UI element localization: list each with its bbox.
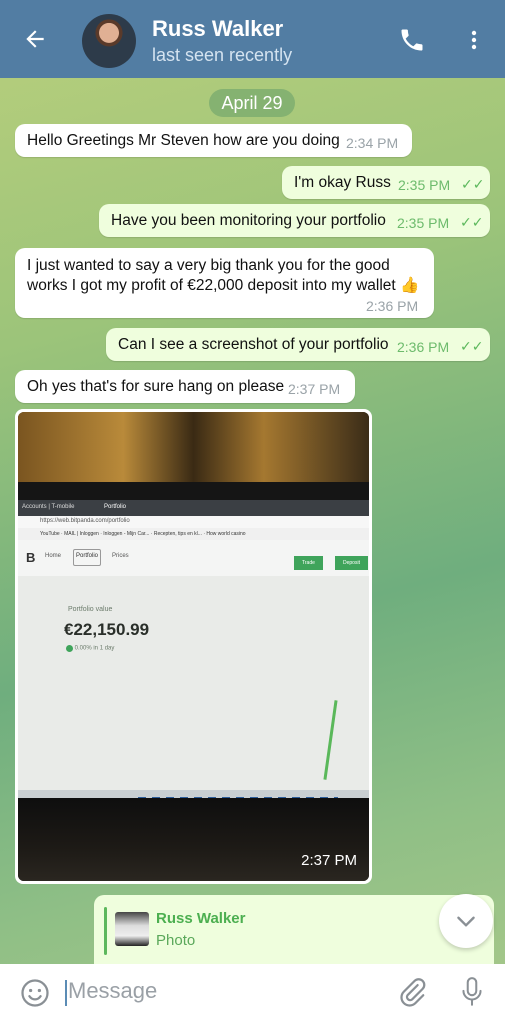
photo-bookmarks-bar: YouTube · MAIL | Inloggen · Inloggen - M… bbox=[18, 528, 369, 540]
message-text: Have you been monitoring your portfolio bbox=[111, 212, 386, 229]
phone-icon[interactable] bbox=[398, 26, 426, 54]
message-text: Can I see a screenshot of your portfolio bbox=[118, 336, 389, 353]
chat-header: Russ Walker last seen recently bbox=[0, 0, 505, 78]
scroll-down-button[interactable] bbox=[439, 894, 493, 948]
message-bubble-incoming[interactable]: Oh yes that's for sure hang on please 2:… bbox=[15, 370, 355, 403]
reply-thumbnail bbox=[115, 912, 149, 946]
photo-browser-tabs: Accounts | T-mobile Portfolio bbox=[18, 500, 369, 516]
photo-change-text: 0.00% in 1 day bbox=[74, 645, 115, 652]
attach-icon[interactable] bbox=[397, 977, 427, 1007]
message-input[interactable]: Message bbox=[68, 978, 157, 1004]
double-check-icon: ✓✓ bbox=[461, 176, 485, 192]
message-bubble-incoming[interactable]: Hello Greetings Mr Steven how are you do… bbox=[15, 124, 412, 157]
photo-portfolio-change: 0.00% in 1 day bbox=[66, 645, 114, 652]
back-arrow-icon[interactable] bbox=[22, 26, 48, 52]
reply-bubble[interactable]: Russ Walker Photo bbox=[94, 895, 494, 965]
photo-monitor-bezel bbox=[18, 482, 369, 502]
double-check-icon: ✓✓ bbox=[460, 338, 484, 354]
message-time: 2:35 PM bbox=[397, 215, 450, 231]
photo-tab-accounts: Accounts | T-mobile bbox=[22, 504, 75, 510]
photo-url-text: https://web.bitpanda.com/portfolio bbox=[40, 518, 130, 524]
photo-logo: B bbox=[26, 550, 36, 565]
photo-nav-prices: Prices bbox=[112, 553, 129, 559]
message-text: Hello Greetings Mr Steven how are you do… bbox=[27, 132, 340, 149]
photo-deposit-button: Deposit bbox=[335, 556, 368, 570]
message-time: 2:36 PM bbox=[366, 298, 419, 314]
message-text-line2: works I got my profit of €22,000 deposit… bbox=[27, 277, 420, 294]
message-time: 2:35 PM bbox=[398, 177, 451, 193]
photo-url-bar: https://web.bitpanda.com/portfolio bbox=[18, 516, 369, 528]
reply-subtitle: Photo bbox=[156, 932, 196, 949]
contact-name[interactable]: Russ Walker bbox=[152, 16, 283, 42]
photo-portfolio-value: €22,150.99 bbox=[64, 620, 150, 639]
photo-green-dot bbox=[66, 645, 73, 652]
contact-status: last seen recently bbox=[152, 45, 293, 65]
photo-trade-button: Trade bbox=[294, 556, 323, 570]
photo-wall bbox=[18, 412, 369, 482]
photo-time: 2:37 PM bbox=[301, 852, 357, 869]
message-text: Oh yes that's for sure hang on please bbox=[27, 378, 285, 395]
photo-bookmarks-text: YouTube · MAIL | Inloggen · Inloggen - M… bbox=[40, 531, 246, 537]
photo-app-nav: B Home Portfolio Prices Trade Deposit bbox=[18, 540, 369, 576]
message-text: I'm okay Russ bbox=[294, 174, 391, 191]
message-bubble-outgoing[interactable]: I'm okay Russ 2:35 PM ✓✓ bbox=[282, 166, 490, 199]
avatar[interactable] bbox=[82, 14, 136, 68]
chevron-down-icon bbox=[457, 916, 475, 927]
photo-monitor-screen: Accounts | T-mobile Portfolio https://we… bbox=[18, 500, 369, 812]
mic-icon[interactable] bbox=[459, 976, 485, 1008]
message-bubble-outgoing[interactable]: Can I see a screenshot of your portfolio… bbox=[106, 328, 490, 361]
reply-bar bbox=[104, 907, 107, 955]
message-text-line1: I just wanted to say a very big thank yo… bbox=[27, 257, 390, 274]
text-caret bbox=[65, 980, 67, 1006]
photo-nav-home: Home bbox=[45, 553, 62, 559]
photo-tab-portfolio: Portfolio bbox=[104, 504, 127, 510]
photo-portfolio-label: Portfolio value bbox=[68, 606, 113, 613]
emoji-icon[interactable] bbox=[20, 978, 50, 1008]
photo-message[interactable]: Accounts | T-mobile Portfolio https://we… bbox=[15, 409, 372, 884]
message-bubble-incoming[interactable]: I just wanted to say a very big thank yo… bbox=[15, 248, 434, 318]
photo-chart-line bbox=[323, 700, 338, 780]
more-vert-icon[interactable] bbox=[462, 26, 486, 54]
reply-name: Russ Walker bbox=[156, 910, 246, 927]
message-bubble-outgoing[interactable]: Have you been monitoring your portfolio … bbox=[99, 204, 490, 237]
double-check-icon: ✓✓ bbox=[460, 214, 484, 230]
photo-image[interactable]: Accounts | T-mobile Portfolio https://we… bbox=[18, 412, 369, 881]
message-time: 2:37 PM bbox=[288, 381, 341, 397]
message-time: 2:34 PM bbox=[346, 135, 399, 151]
photo-nav-portfolio: Portfolio bbox=[73, 549, 102, 566]
date-separator: April 29 bbox=[209, 89, 295, 117]
message-time: 2:36 PM bbox=[397, 339, 450, 355]
